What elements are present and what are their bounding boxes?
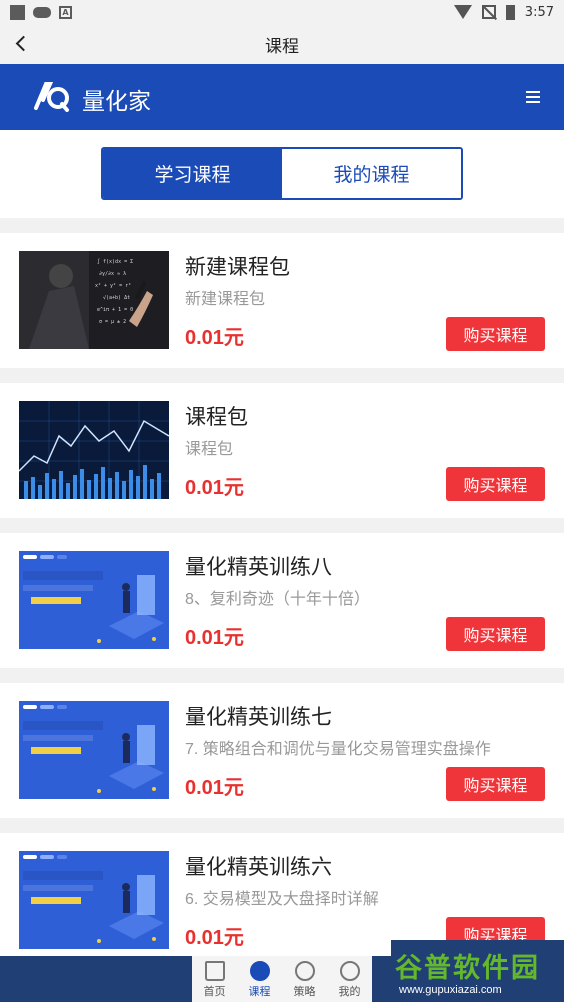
course-subtitle: 7. 策略组合和调优与量化交易管理实盘操作 bbox=[185, 741, 491, 758]
svg-text:e^iπ + 1 = 0: e^iπ + 1 = 0 bbox=[97, 307, 133, 313]
nav-label: 策略 bbox=[293, 985, 316, 998]
site-watermark: 谷普软件园 www.gupuxiazai.com bbox=[391, 940, 564, 1002]
course-thumbnail bbox=[19, 401, 169, 499]
wifi-icon bbox=[453, 5, 472, 19]
watermark-title: 谷普软件园 bbox=[395, 953, 540, 983]
buy-course-button[interactable]: 购买课程 bbox=[446, 467, 545, 501]
nav-home[interactable]: 首页 bbox=[192, 956, 237, 1002]
course-thumbnail bbox=[19, 851, 169, 949]
gamepad-icon bbox=[33, 6, 51, 18]
bottom-nav: 首页 课程 策略 我的 bbox=[192, 956, 372, 1002]
nav-profile[interactable]: 我的 bbox=[327, 956, 372, 1002]
course-card[interactable]: 课程包 课程包 0.01元 购买课程 bbox=[0, 383, 564, 518]
nav-label: 课程 bbox=[248, 985, 271, 998]
course-title: 课程包 bbox=[185, 406, 248, 429]
course-tabs: 学习课程 我的课程 bbox=[101, 147, 463, 200]
battery-icon bbox=[505, 4, 515, 20]
tab-my-courses[interactable]: 我的课程 bbox=[282, 149, 461, 198]
course-price: 0.01元 bbox=[185, 477, 244, 499]
profile-icon bbox=[339, 961, 360, 981]
course-price: 0.01元 bbox=[185, 927, 244, 949]
course-price: 0.01元 bbox=[185, 327, 244, 349]
title-bar: 课程 bbox=[0, 24, 564, 64]
buy-course-button[interactable]: 购买课程 bbox=[446, 767, 545, 801]
home-icon bbox=[204, 961, 225, 981]
brand-bar: 量化家 bbox=[0, 64, 564, 130]
status-bar: A 3:57 bbox=[0, 0, 564, 24]
course-subtitle: 6. 交易模型及大盘择时详解 bbox=[185, 891, 379, 908]
course-title: 量化精英训练六 bbox=[185, 856, 332, 879]
course-subtitle: 新建课程包 bbox=[185, 291, 266, 308]
nav-strategy[interactable]: 策略 bbox=[282, 956, 327, 1002]
course-subtitle: 8、复利奇迹（十年十倍） bbox=[185, 591, 370, 608]
tab-learning-courses[interactable]: 学习课程 bbox=[103, 149, 282, 198]
course-thumbnail bbox=[19, 701, 169, 799]
course-card[interactable]: 量化精英训练七 7. 策略组合和调优与量化交易管理实盘操作 0.01元 购买课程 bbox=[0, 683, 564, 818]
buy-course-button[interactable]: 购买课程 bbox=[446, 317, 545, 351]
app-notification-icon bbox=[10, 4, 25, 20]
brand-name: 量化家 bbox=[82, 88, 151, 114]
course-thumbnail: ∫ f(x)dx = Σ ∂y/∂x ≈ λ x² + y² = r² √(a+… bbox=[19, 251, 169, 349]
buy-course-button[interactable]: 购买课程 bbox=[446, 617, 545, 651]
course-card[interactable]: 量化精英训练八 8、复利奇迹（十年十倍） 0.01元 购买课程 bbox=[0, 533, 564, 668]
course-thumbnail bbox=[19, 551, 169, 649]
status-time: 3:57 bbox=[524, 4, 554, 20]
back-arrow-icon[interactable] bbox=[14, 34, 34, 54]
course-subtitle: 课程包 bbox=[185, 441, 234, 458]
nav-courses[interactable]: 课程 bbox=[237, 956, 282, 1002]
page-title: 课程 bbox=[265, 36, 299, 56]
svg-text:∫ f(x)dx = Σ: ∫ f(x)dx = Σ bbox=[97, 258, 133, 265]
hamburger-menu-icon[interactable] bbox=[526, 91, 540, 103]
course-card[interactable]: ∫ f(x)dx = Σ ∂y/∂x ≈ λ x² + y² = r² √(a+… bbox=[0, 233, 564, 368]
no-signal-icon bbox=[481, 5, 496, 19]
course-price: 0.01元 bbox=[185, 627, 244, 649]
compass-icon bbox=[294, 961, 315, 981]
course-title: 量化精英训练七 bbox=[185, 706, 332, 729]
course-title: 量化精英训练八 bbox=[185, 556, 332, 579]
nav-label: 首页 bbox=[203, 985, 226, 998]
nav-label: 我的 bbox=[338, 985, 361, 998]
svg-text:σ = μ ± 2: σ = μ ± 2 bbox=[99, 319, 126, 325]
svg-text:∂y/∂x ≈ λ: ∂y/∂x ≈ λ bbox=[99, 271, 126, 277]
tab-area: 学习课程 我的课程 bbox=[0, 130, 564, 218]
svg-text:x² + y² = r²: x² + y² = r² bbox=[95, 283, 131, 289]
course-icon bbox=[249, 961, 270, 981]
course-price: 0.01元 bbox=[185, 777, 244, 799]
watermark-url: www.gupuxiazai.com bbox=[399, 984, 502, 996]
svg-text:√(a+b) Δt: √(a+b) Δt bbox=[103, 295, 130, 301]
a-notification-icon: A bbox=[59, 5, 72, 19]
course-title: 新建课程包 bbox=[185, 256, 290, 279]
brand-logo-icon bbox=[34, 82, 69, 112]
